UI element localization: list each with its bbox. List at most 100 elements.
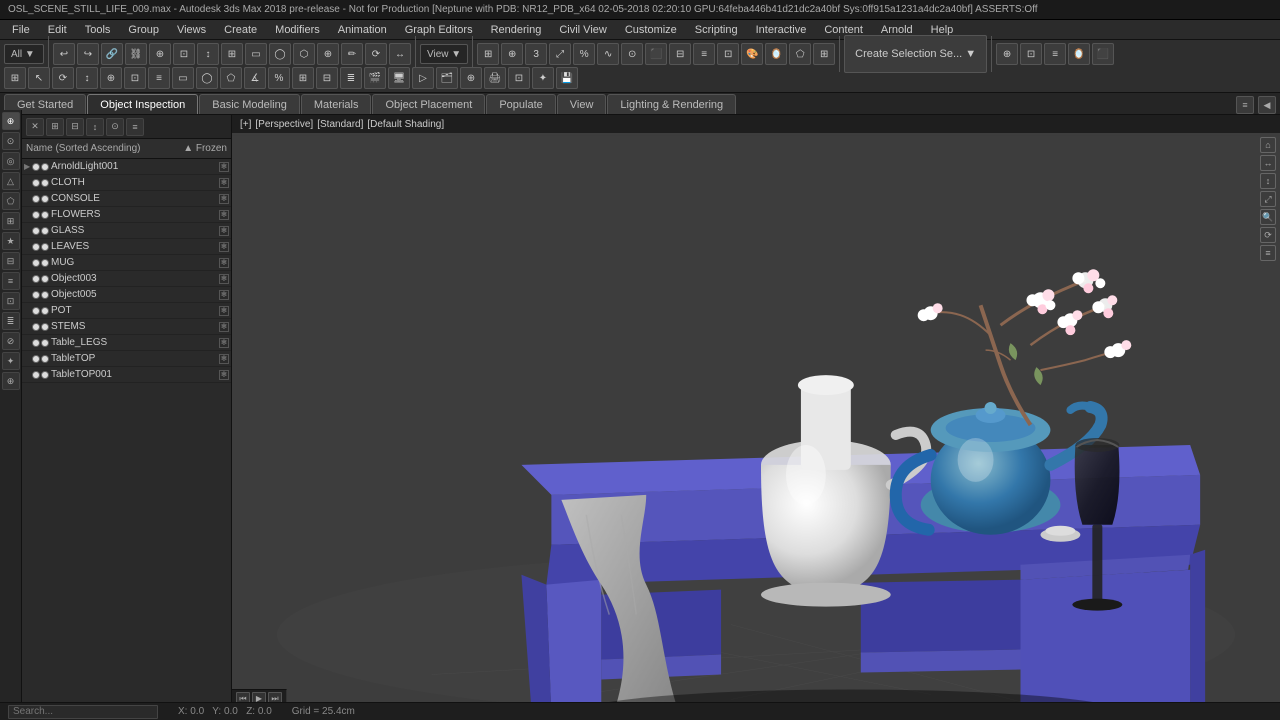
scene-item-leaves[interactable]: LEAVES❄ bbox=[22, 239, 231, 255]
side-icon-1[interactable]: ⊙ bbox=[2, 132, 20, 150]
freeze-icon-13[interactable]: ❄ bbox=[219, 370, 229, 380]
scene-item-tabletop001[interactable]: TableTOP001❄ bbox=[22, 367, 231, 383]
toolbar2-btn-11[interactable]: % bbox=[268, 67, 290, 89]
viewport-nav-btn-2[interactable]: ↕ bbox=[1260, 173, 1276, 189]
toolbar-btn-9[interactable]: ◯ bbox=[269, 43, 291, 65]
visibility-dot-12[interactable] bbox=[32, 355, 40, 363]
visibility-dot-3[interactable] bbox=[32, 211, 40, 219]
freeze-icon-4[interactable]: ❄ bbox=[219, 226, 229, 236]
side-icon-12[interactable]: ✦ bbox=[2, 352, 20, 370]
toolbar-btn-12[interactable]: ✏ bbox=[341, 43, 363, 65]
toolbar-btn-r1-0[interactable]: ⊞ bbox=[477, 43, 499, 65]
menu-item-animation[interactable]: Animation bbox=[330, 22, 395, 38]
toolbar2-btn-23[interactable]: 💾 bbox=[556, 67, 578, 89]
toolbar2-btn-17[interactable]: ▷ bbox=[412, 67, 434, 89]
tab-basic-modeling[interactable]: Basic Modeling bbox=[199, 94, 300, 114]
visibility-dot-4[interactable] bbox=[32, 227, 40, 235]
toolbar2-btn-12[interactable]: ⊞ bbox=[292, 67, 314, 89]
side-icon-0[interactable]: ⊕ bbox=[2, 112, 20, 130]
toolbar-btn-r1-3[interactable]: ⤢ bbox=[549, 43, 571, 65]
freeze-icon-8[interactable]: ❄ bbox=[219, 290, 229, 300]
menu-item-edit[interactable]: Edit bbox=[40, 22, 75, 38]
freeze-icon-5[interactable]: ❄ bbox=[219, 242, 229, 252]
tab-lighting-&-rendering[interactable]: Lighting & Rendering bbox=[607, 94, 736, 114]
toolbar-btn-r1-14[interactable]: ⊞ bbox=[813, 43, 835, 65]
toolbar-btn-14[interactable]: ↔ bbox=[389, 43, 411, 65]
render-dot-9[interactable] bbox=[41, 307, 49, 315]
menu-item-create[interactable]: Create bbox=[216, 22, 265, 38]
menu-item-interactive[interactable]: Interactive bbox=[748, 22, 815, 38]
freeze-icon-10[interactable]: ❄ bbox=[219, 322, 229, 332]
toolbar2-btn-1[interactable]: ↖ bbox=[28, 67, 50, 89]
toolbar-btn-11[interactable]: ⊕ bbox=[317, 43, 339, 65]
viewport-label-0[interactable]: [+] bbox=[240, 119, 251, 130]
visibility-dot-11[interactable] bbox=[32, 339, 40, 347]
toolbar2-btn-4[interactable]: ⊕ bbox=[100, 67, 122, 89]
side-icon-2[interactable]: ◎ bbox=[2, 152, 20, 170]
toolbar-btn-r1b-4[interactable]: ⬛ bbox=[1092, 43, 1114, 65]
toolbar-btn-r1-6[interactable]: ⊙ bbox=[621, 43, 643, 65]
menu-item-modifiers[interactable]: Modifiers bbox=[267, 22, 328, 38]
toolbar-btn-r1b-0[interactable]: ⊕ bbox=[996, 43, 1018, 65]
all-filter-dropdown[interactable]: All ▼ bbox=[4, 44, 44, 64]
toolbar-btn-1[interactable]: ↪ bbox=[77, 43, 99, 65]
tab-populate[interactable]: Populate bbox=[486, 94, 555, 114]
scene-item-object005[interactable]: Object005❄ bbox=[22, 287, 231, 303]
side-icon-10[interactable]: ≣ bbox=[2, 312, 20, 330]
freeze-icon-11[interactable]: ❄ bbox=[219, 338, 229, 348]
toolbar-btn-r1-13[interactable]: ⬠ bbox=[789, 43, 811, 65]
toolbar-btn-r1b-2[interactable]: ≡ bbox=[1044, 43, 1066, 65]
freeze-icon-9[interactable]: ❄ bbox=[219, 306, 229, 316]
toolbar-btn-r1b-1[interactable]: ⊡ bbox=[1020, 43, 1042, 65]
scene-collapse-btn[interactable]: ⊟ bbox=[66, 118, 84, 136]
freeze-icon-6[interactable]: ❄ bbox=[219, 258, 229, 268]
side-icon-7[interactable]: ⊟ bbox=[2, 252, 20, 270]
toolbar-btn-r1-4[interactable]: % bbox=[573, 43, 595, 65]
render-dot-0[interactable] bbox=[41, 163, 49, 171]
toolbar2-btn-18[interactable]: 🗂 bbox=[436, 67, 458, 89]
toolbar2-btn-21[interactable]: ⊡ bbox=[508, 67, 530, 89]
toolbar2-btn-7[interactable]: ▭ bbox=[172, 67, 194, 89]
toolbar-btn-7[interactable]: ⊞ bbox=[221, 43, 243, 65]
render-dot-11[interactable] bbox=[41, 339, 49, 347]
render-dot-2[interactable] bbox=[41, 195, 49, 203]
scene-item-object003[interactable]: Object003❄ bbox=[22, 271, 231, 287]
toolbar-btn-r1-5[interactable]: ∿ bbox=[597, 43, 619, 65]
scene-item-console[interactable]: CONSOLE❄ bbox=[22, 191, 231, 207]
toolbar-btn-13[interactable]: ⟳ bbox=[365, 43, 387, 65]
scene-sort-btn[interactable]: ↕ bbox=[86, 118, 104, 136]
visibility-dot-1[interactable] bbox=[32, 179, 40, 187]
viewport-nav-btn-0[interactable]: ⌂ bbox=[1260, 137, 1276, 153]
render-dot-5[interactable] bbox=[41, 243, 49, 251]
toolbar2-btn-16[interactable]: 🖥 bbox=[388, 67, 410, 89]
toolbar-btn-0[interactable]: ↩ bbox=[53, 43, 75, 65]
side-icon-5[interactable]: ⊞ bbox=[2, 212, 20, 230]
viewport-label-1[interactable]: [Perspective] bbox=[255, 119, 313, 130]
tab-materials[interactable]: Materials bbox=[301, 94, 372, 114]
menu-item-civil view[interactable]: Civil View bbox=[551, 22, 614, 38]
scene-item-flowers[interactable]: FLOWERS❄ bbox=[22, 207, 231, 223]
render-dot-1[interactable] bbox=[41, 179, 49, 187]
scene-item-cloth[interactable]: CLOTH❄ bbox=[22, 175, 231, 191]
visibility-dot-13[interactable] bbox=[32, 371, 40, 379]
status-search-input[interactable] bbox=[8, 705, 158, 719]
toolbar-btn-3[interactable]: ⛓ bbox=[125, 43, 147, 65]
menu-item-file[interactable]: File bbox=[4, 22, 38, 38]
side-icon-6[interactable]: ★ bbox=[2, 232, 20, 250]
toolbar2-btn-5[interactable]: ⊡ bbox=[124, 67, 146, 89]
scene-menu-btn[interactable]: ≡ bbox=[126, 118, 144, 136]
toolbar-btn-r1b-3[interactable]: 🪞 bbox=[1068, 43, 1090, 65]
tab-collapse-icon[interactable]: ◀ bbox=[1258, 96, 1276, 114]
freeze-icon-12[interactable]: ❄ bbox=[219, 354, 229, 364]
tab-object-inspection[interactable]: Object Inspection bbox=[87, 94, 198, 114]
toolbar-btn-5[interactable]: ⊡ bbox=[173, 43, 195, 65]
render-dot-6[interactable] bbox=[41, 259, 49, 267]
menu-item-scripting[interactable]: Scripting bbox=[687, 22, 746, 38]
render-dot-8[interactable] bbox=[41, 291, 49, 299]
scene-filter-btn[interactable]: ⊙ bbox=[106, 118, 124, 136]
scene-item-table_legs[interactable]: Table_LEGS❄ bbox=[22, 335, 231, 351]
menu-item-customize[interactable]: Customize bbox=[617, 22, 685, 38]
toolbar-btn-r1-2[interactable]: 3 bbox=[525, 43, 547, 65]
render-dot-10[interactable] bbox=[41, 323, 49, 331]
toolbar-btn-2[interactable]: 🔗 bbox=[101, 43, 123, 65]
